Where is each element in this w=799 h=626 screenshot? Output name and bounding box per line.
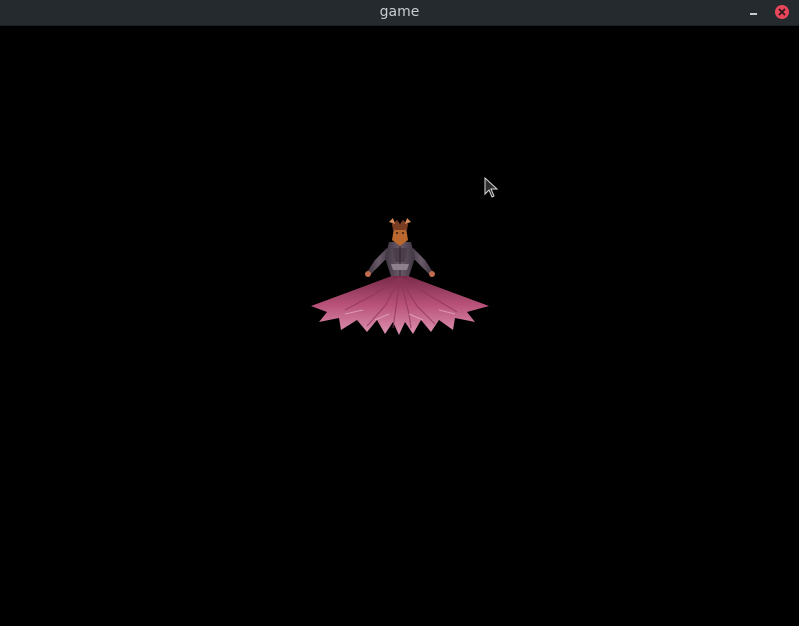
title-bar[interactable]: game [0,0,799,26]
game-window: game [0,0,799,626]
mouse-pointer-icon [484,177,499,198]
minimize-icon[interactable] [745,4,762,21]
game-viewport[interactable] [0,26,799,626]
close-icon[interactable] [775,5,789,19]
character-sprite[interactable] [305,214,495,339]
window-title: game [379,4,420,20]
